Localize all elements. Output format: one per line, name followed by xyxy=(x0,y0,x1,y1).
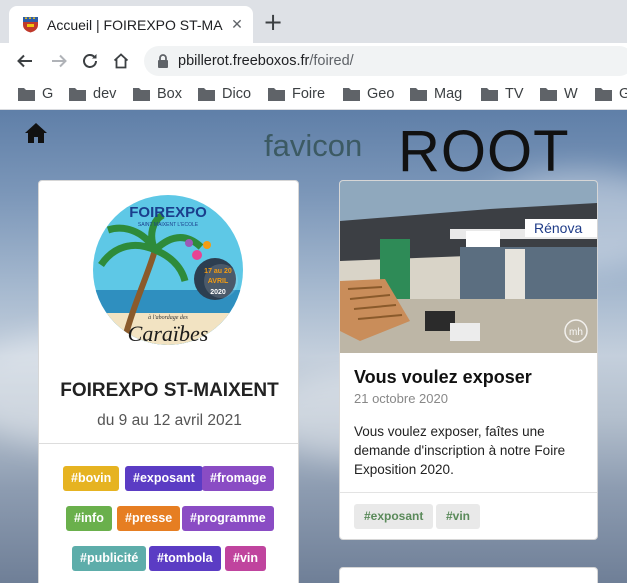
event-dates: du 9 au 12 avril 2021 xyxy=(97,412,242,429)
bookmark-folder[interactable]: Mag xyxy=(410,85,462,103)
folder-icon xyxy=(540,88,557,101)
exhibition-photo[interactable]: Rénova mh xyxy=(340,181,597,353)
bookmark-folder[interactable]: G xyxy=(18,85,53,103)
bookmark-label: Mag xyxy=(434,86,463,102)
bookmark-folder[interactable]: Box xyxy=(133,85,182,103)
reload-button[interactable] xyxy=(79,50,101,72)
page-content: favicon ROOT FOIREXPO SAINT MAIXENT L'EC… xyxy=(0,110,627,583)
folder-icon xyxy=(133,88,150,101)
folder-icon xyxy=(18,88,35,101)
tag-tombola[interactable]: #tombola xyxy=(149,546,221,571)
url-path: /foired/ xyxy=(309,53,354,69)
tag-publicite[interactable]: #publicité xyxy=(72,546,147,571)
logo-subtext: SAINT MAIXENT L'ECOLE xyxy=(138,222,199,228)
bookmark-folder[interactable]: Foire xyxy=(268,85,325,103)
tag-exposant[interactable]: #exposant xyxy=(125,466,203,491)
bookmark-label: Geo xyxy=(367,86,395,102)
tag-vin[interactable]: #vin xyxy=(225,546,267,571)
bookmark-label: W xyxy=(564,86,578,102)
next-post-card[interactable] xyxy=(339,567,598,583)
post-excerpt: Vous voulez exposer, faîtes une demande … xyxy=(354,424,566,477)
post-date: 21 octobre 2020 xyxy=(354,391,448,406)
reload-icon xyxy=(83,54,97,68)
logo-date-line2: AVRIL xyxy=(208,278,229,285)
root-heading: ROOT xyxy=(398,119,570,184)
photo-watermark: mh xyxy=(569,327,583,338)
bookmark-folder[interactable]: G xyxy=(595,85,627,103)
bookmark-folder[interactable]: Dico xyxy=(198,85,251,103)
tag-bovin[interactable]: #bovin xyxy=(63,466,120,491)
post-card: Rénova mh Vous voulez exposer 21 octobre… xyxy=(339,180,598,540)
bookmark-folder[interactable]: W xyxy=(540,85,578,103)
back-button[interactable] xyxy=(14,50,36,72)
close-tab-icon[interactable]: ✕ xyxy=(227,15,247,35)
url-text: pbillerot.freeboxos.fr/foired/ xyxy=(178,53,354,69)
forward-button[interactable] xyxy=(48,50,70,72)
event-title[interactable]: FOIREXPO ST-MAIXENT xyxy=(39,380,300,402)
tag-fromage[interactable]: #fromage xyxy=(202,466,275,491)
lock-icon xyxy=(158,54,168,68)
new-tab-button[interactable]: + xyxy=(262,10,284,34)
logo-text: FOIREXPO xyxy=(129,204,207,221)
bookmark-label: Foire xyxy=(292,86,326,102)
tag-vin[interactable]: #vin xyxy=(436,504,481,529)
tag-info[interactable]: #info xyxy=(66,506,112,531)
folder-icon xyxy=(481,88,498,101)
browser-toolbar: pbillerot.freeboxos.fr/foired/ xyxy=(0,43,627,79)
folder-icon xyxy=(410,88,427,101)
card-divider xyxy=(39,443,298,444)
bookmark-folder[interactable]: dev xyxy=(69,85,116,103)
tag-programme[interactable]: #programme xyxy=(182,506,274,531)
logo-year: 2020 xyxy=(210,289,226,296)
post-title[interactable]: Vous voulez exposer xyxy=(354,367,532,388)
url-host: pbillerot.freeboxos.fr xyxy=(178,53,310,69)
event-card: FOIREXPO SAINT MAIXENT L'ECOLE 17 au 20 … xyxy=(38,180,299,583)
bookmark-label: dev xyxy=(93,86,117,102)
bookmark-label: Dico xyxy=(222,86,252,102)
bookmark-label: G xyxy=(619,86,627,102)
bookmarks-bar: G dev Box Dico Foire Geo Mag TV W G xyxy=(0,79,627,110)
arrow-right-icon xyxy=(52,54,67,68)
folder-icon xyxy=(595,88,612,101)
tab-title: Accueil | FOIREXPO ST-MAIXENT xyxy=(47,16,223,33)
home-outline-icon xyxy=(113,53,129,69)
home-icon[interactable] xyxy=(24,122,48,144)
bookmark-label: Box xyxy=(157,86,182,102)
logo-date-line1: 17 au 20 xyxy=(204,268,232,275)
shield-favicon-icon xyxy=(23,17,38,33)
logo-theme: Caraïbes xyxy=(128,321,209,345)
arrow-left-icon xyxy=(17,54,32,68)
tag-exposant[interactable]: #exposant xyxy=(354,504,434,529)
foirexpo-logo: FOIREXPO SAINT MAIXENT L'ECOLE 17 au 20 … xyxy=(93,195,243,345)
browser-tab[interactable]: Accueil | FOIREXPO ST-MAIXENT ✕ xyxy=(9,6,253,43)
folder-icon xyxy=(343,88,360,101)
bookmark-label: TV xyxy=(505,86,524,102)
favicon-heading: favicon xyxy=(264,128,363,163)
tag-presse[interactable]: #presse xyxy=(117,506,181,531)
bookmark-folder[interactable]: Geo xyxy=(343,85,394,103)
bookmark-folder[interactable]: TV xyxy=(481,85,524,103)
folder-icon xyxy=(268,88,285,101)
address-bar[interactable]: pbillerot.freeboxos.fr/foired/ xyxy=(144,46,627,76)
bookmark-label: G xyxy=(42,86,54,102)
home-button[interactable] xyxy=(110,50,132,72)
folder-icon xyxy=(198,88,215,101)
folder-icon xyxy=(69,88,86,101)
tab-strip: Accueil | FOIREXPO ST-MAIXENT ✕ + xyxy=(0,0,627,43)
photo-sign-text: Rénova xyxy=(534,220,582,236)
card-divider xyxy=(340,492,597,493)
